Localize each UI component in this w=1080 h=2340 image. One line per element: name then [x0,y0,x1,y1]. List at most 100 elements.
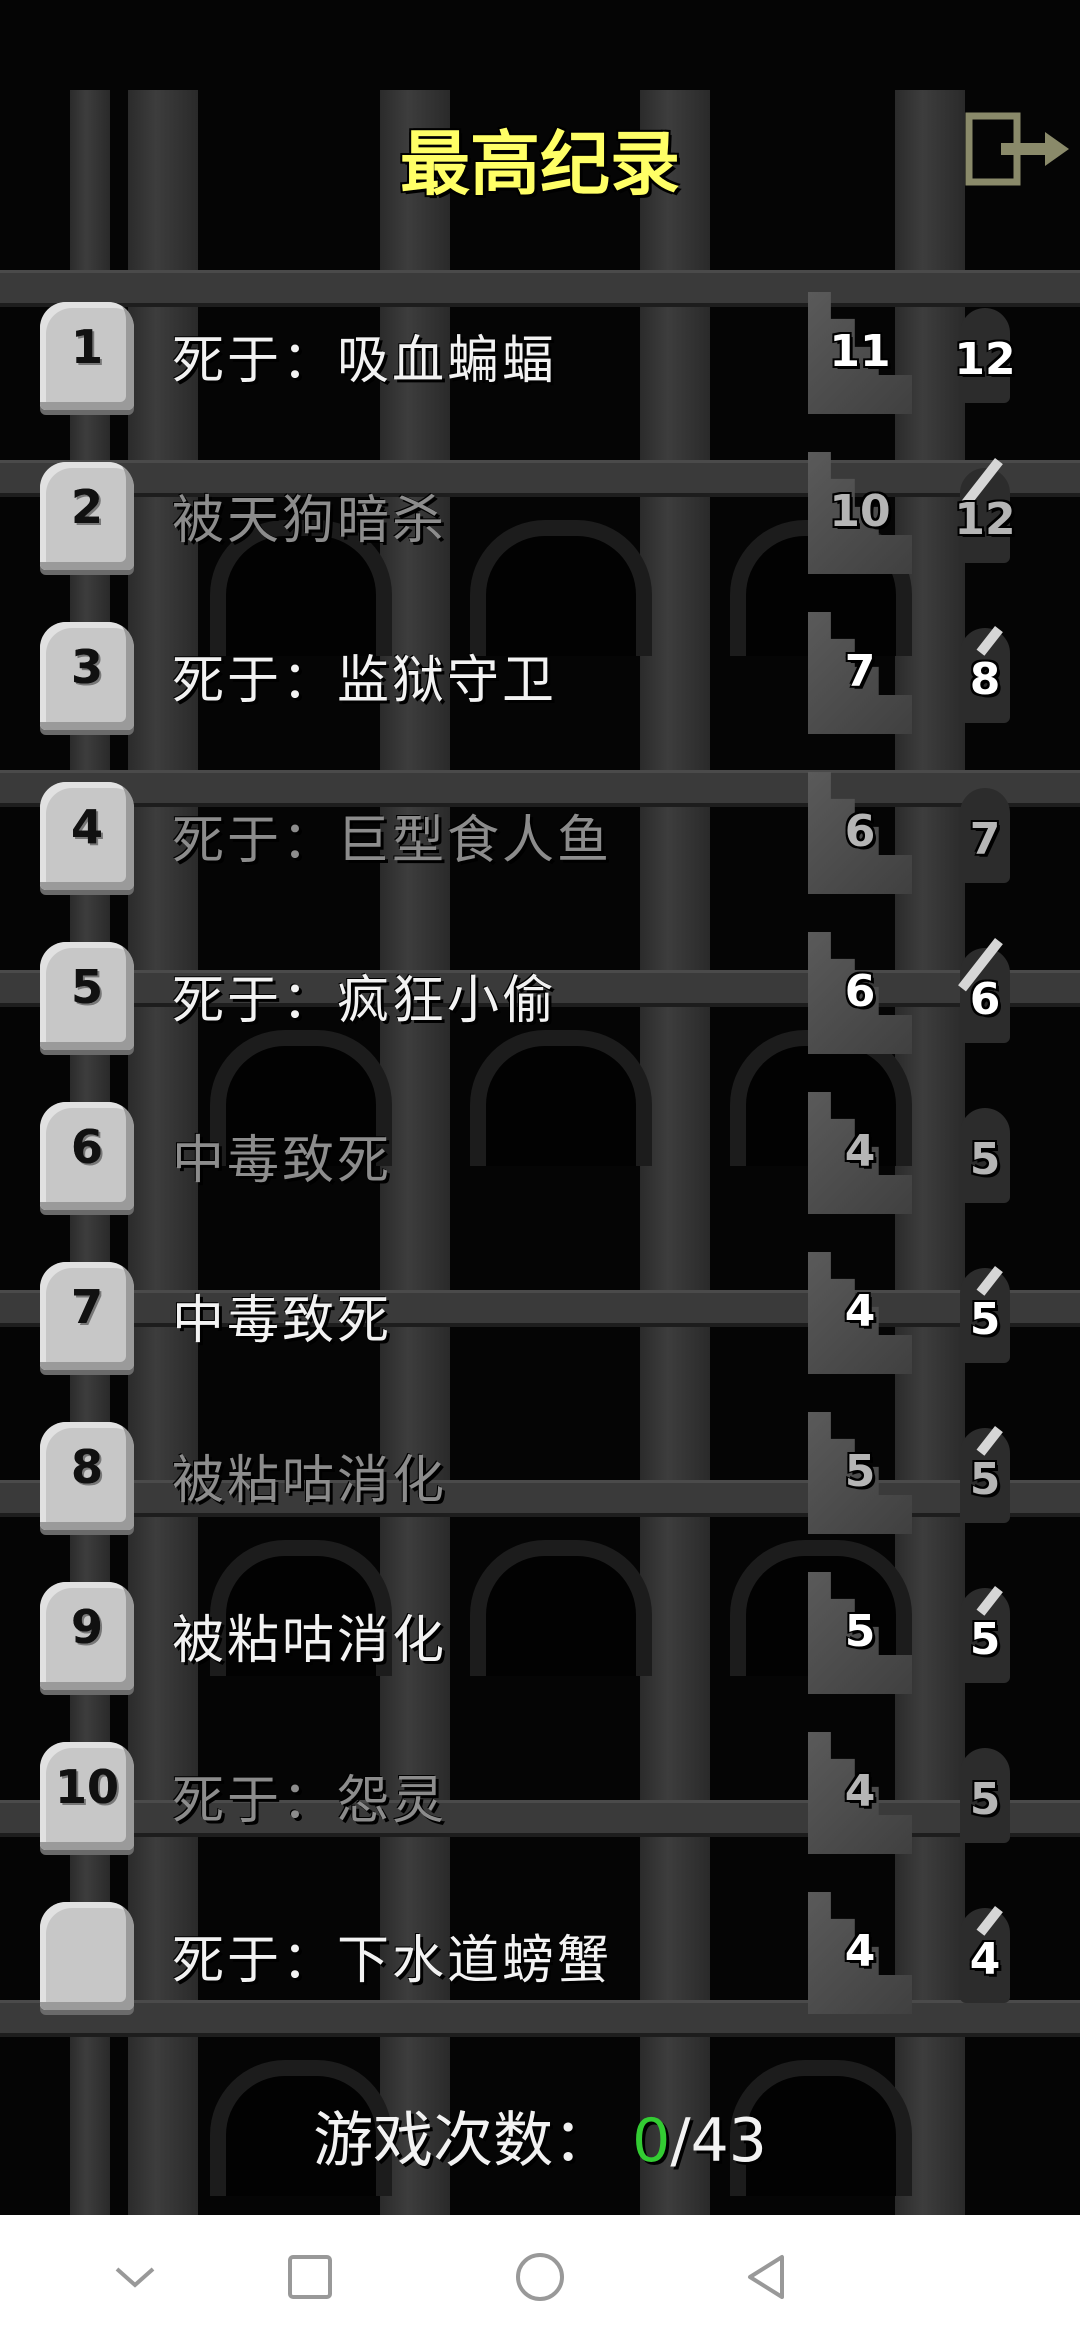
games-played-label: 游戏次数： [313,2106,614,2176]
tombstone-rank-badge: 1 [40,302,134,410]
level-number: 8 [969,654,1001,705]
depth-stairs-icon: 6 [808,772,912,894]
death-cause: 被粘咕消化 [172,1611,448,1671]
level-number: 6 [969,974,1001,1025]
depth-number: 10 [829,486,891,537]
depth-stairs-icon: 5 [808,1572,912,1694]
chevron-down-icon [115,2267,155,2288]
death-cause: 死于：怨灵 [172,1771,448,1831]
death-cause: 死于：巨型食人鱼 [172,811,613,871]
depth-stairs-icon: 4 [808,1732,912,1854]
depth-number: 6 [844,966,876,1017]
system-navigation-bar [0,2215,1080,2340]
games-separator: / [670,2106,691,2176]
tombstone-rank-badge: 3 [40,622,134,730]
page-title: 最高纪录 [400,123,680,205]
depth-number: 6 [844,806,876,857]
tombstone-rank-badge: 2 [40,462,134,570]
rank-number: 3 [70,640,103,694]
depth-number: 4 [844,1286,876,1337]
level-number: 12 [954,494,1016,545]
level-number: 5 [969,1454,1001,1505]
level-number: 5 [969,1614,1001,1665]
square-icon [288,2255,332,2299]
exit-button[interactable] [965,110,1075,190]
hero-mage-icon: 5 [935,1580,1035,1695]
death-cause: 中毒致死 [172,1131,393,1191]
level-number: 4 [969,1934,1001,1985]
record-row[interactable]: 5 死于：疯狂小偷 6 6 [0,930,1080,1090]
depth-number: 5 [844,1446,876,1497]
record-row[interactable]: 2 被天狗暗杀 10 12 [0,450,1080,610]
tombstone-rank-badge: 4 [40,782,134,890]
games-won-count: 0 [632,2106,671,2176]
rank-number: 10 [54,1760,119,1814]
level-number: 7 [969,814,1001,865]
hero-mage-icon: 4 [935,1900,1035,2015]
tombstone-rank-badge: 9 [40,1582,134,1690]
rank-number: 8 [70,1440,103,1494]
tombstone-rank-badge: 7 [40,1262,134,1370]
circle-icon [516,2253,564,2301]
hero-rogue-icon: 12 [935,458,1035,575]
depth-stairs-icon: 7 [808,612,912,734]
hero-warrior-icon: 12 [935,300,1035,415]
death-cause: 死于：监狱守卫 [172,651,558,711]
record-row[interactable]: 4 死于：巨型食人鱼 6 7 [0,770,1080,930]
back-triangle-icon [748,2255,784,2299]
depth-number: 5 [844,1606,876,1657]
record-row[interactable]: 8 被粘咕消化 5 5 [0,1410,1080,1570]
games-total-count: 43 [690,2106,767,2176]
nav-recents-button[interactable] [278,2245,342,2309]
hero-mage-icon: 5 [935,1260,1035,1375]
death-cause: 死于：吸血蝙蝠 [172,331,558,391]
depth-stairs-icon: 4 [808,1892,912,2014]
death-cause: 中毒致死 [172,1291,393,1351]
depth-stairs-icon: 4 [808,1252,912,1374]
nav-back-button[interactable] [736,2245,800,2309]
exit-icon [965,112,1069,186]
level-number: 5 [969,1134,1001,1185]
nav-home-button[interactable] [508,2245,572,2309]
death-cause: 被天狗暗杀 [172,491,448,551]
tombstone-rank-badge: 8 [40,1422,134,1530]
rank-number: 4 [70,800,103,854]
rank-number: 7 [70,1280,103,1334]
depth-number: 4 [844,1766,876,1817]
record-row[interactable]: 1 死于：吸血蝙蝠 11 12 [0,290,1080,450]
depth-stairs-icon: 5 [808,1412,912,1534]
rank-number: 2 [70,480,103,534]
record-row[interactable]: 9 被粘咕消化 5 5 [0,1570,1080,1730]
rank-number: 9 [70,1600,103,1654]
depth-number: 11 [829,326,891,377]
record-row[interactable]: 10 死于：怨灵 4 5 [0,1730,1080,1890]
depth-stairs-icon: 6 [808,932,912,1054]
record-row[interactable]: 3 死于：监狱守卫 7 8 [0,610,1080,770]
hero-rogue-icon: 6 [935,938,1035,1055]
hero-warrior-icon: 5 [935,1100,1035,1215]
tombstone-rank-badge [40,1902,134,2010]
death-cause: 死于：下水道螃蟹 [172,1931,613,1991]
depth-number: 4 [844,1926,876,1977]
depth-stairs-icon: 4 [808,1092,912,1214]
games-played: 游戏次数： 0/43 [0,2092,1080,2179]
hero-warrior-icon: 7 [935,780,1035,895]
depth-stairs-icon: 10 [808,452,912,574]
rank-number: 5 [70,960,103,1014]
depth-number: 7 [844,646,876,697]
rank-number: 6 [70,1120,103,1174]
tombstone-rank-badge: 6 [40,1102,134,1210]
record-row[interactable]: 7 中毒致死 4 5 [0,1250,1080,1410]
hero-warrior-icon: 5 [935,1740,1035,1855]
nav-chevron-button[interactable] [103,2245,167,2309]
tombstone-rank-badge: 5 [40,942,134,1050]
depth-stairs-icon: 11 [808,292,912,414]
record-row[interactable]: 6 中毒致死 4 5 [0,1090,1080,1250]
hero-mage-icon: 5 [935,1420,1035,1535]
death-cause: 死于：疯狂小偷 [172,971,558,1031]
record-row[interactable]: 死于：下水道螃蟹 4 4 [0,1890,1080,2050]
level-number: 5 [969,1294,1001,1345]
level-number: 5 [969,1774,1001,1825]
level-number: 12 [954,334,1016,385]
death-cause: 被粘咕消化 [172,1451,448,1511]
